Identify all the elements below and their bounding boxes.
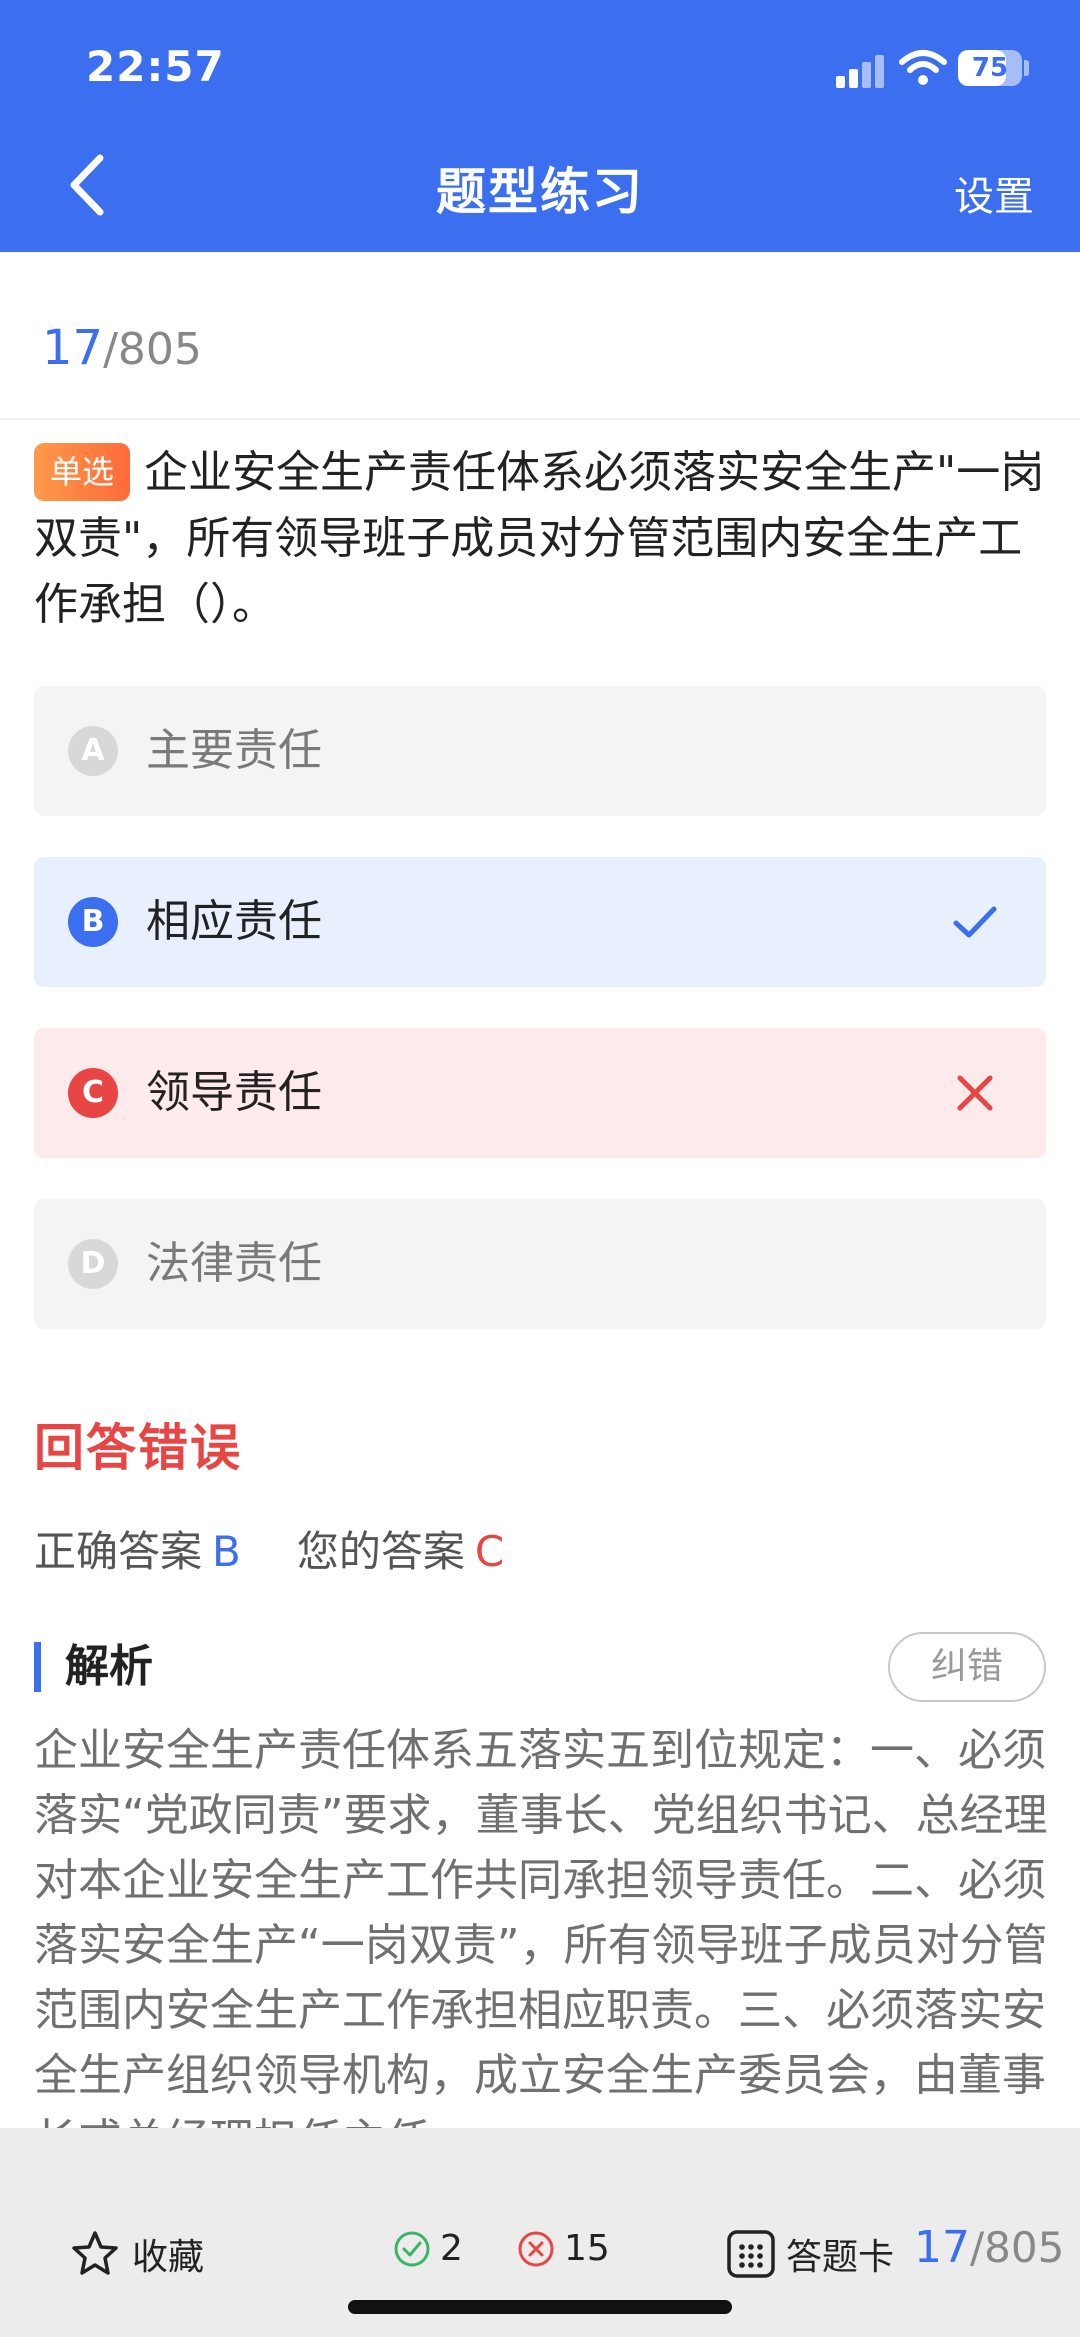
correct-answer-value: B — [212, 1527, 241, 1576]
close-icon — [957, 1075, 993, 1111]
question-type-badge: 单选 — [34, 443, 131, 501]
settings-button[interactable]: 设置 — [954, 164, 1034, 222]
favorite-button[interactable]: 收藏 — [70, 2228, 204, 2280]
battery-icon: 75 — [958, 50, 1022, 86]
divider — [0, 418, 1080, 420]
option-text: 领导责任 — [146, 1067, 322, 1118]
question-progress: 17/805 — [42, 320, 202, 376]
wrong-count: 15 — [516, 2228, 610, 2269]
wifi-icon — [899, 50, 947, 85]
bottom-progress: 17/805 — [914, 2222, 1064, 2273]
report-error-button[interactable]: 纠错 — [888, 1632, 1046, 1702]
favorite-label: 收藏 — [132, 2237, 205, 2278]
option-letter: D — [68, 1239, 118, 1289]
x-circle-icon — [518, 2231, 554, 2266]
header: 22:57 75 题型练习 设置 — [0, 0, 1080, 252]
option-b[interactable]: B 相应责任 — [34, 857, 1046, 987]
bottom-progress-current: 17 — [914, 2222, 970, 2273]
cellular-signal-icon — [836, 54, 886, 88]
correct-count-value: 2 — [440, 2228, 463, 2269]
your-answer-label: 您的答案 — [296, 1527, 465, 1576]
status-time: 22:57 — [86, 42, 225, 91]
bottom-progress-total: /805 — [970, 2223, 1065, 2272]
progress-current: 17 — [42, 320, 104, 376]
answer-summary: 正确答案 B 您的答案 C — [34, 1518, 504, 1579]
result-title: 回答错误 — [34, 1419, 242, 1477]
option-a[interactable]: A 主要责任 — [34, 686, 1046, 816]
option-letter: B — [68, 897, 118, 947]
star-icon — [72, 2231, 118, 2275]
grid-icon — [727, 2230, 775, 2278]
checkmark-icon — [953, 906, 997, 938]
option-c[interactable]: C 领导责任 — [34, 1028, 1046, 1158]
option-d[interactable]: D 法律责任 — [34, 1199, 1046, 1329]
option-letter: A — [68, 726, 118, 776]
battery-tip — [1024, 60, 1029, 76]
analysis-heading: 解析 — [34, 1642, 153, 1692]
answer-card-button[interactable]: 答题卡 — [726, 2228, 894, 2280]
page-title: 题型练习 — [436, 163, 644, 221]
correct-count: 2 — [392, 2228, 463, 2269]
wrong-count-value: 15 — [564, 2228, 610, 2269]
option-text: 主要责任 — [146, 725, 322, 776]
home-indicator[interactable] — [348, 2300, 732, 2314]
correct-answer-label: 正确答案 — [34, 1527, 203, 1576]
option-text: 法律责任 — [146, 1238, 322, 1289]
analysis-text: 企业安全生产责任体系五落实五到位规定：一、必须落实“党政同责”要求，董事长、党组… — [34, 1725, 1048, 2128]
question-text: 企业安全生产责任体系必须落实安全生产"一岗双责"，所有领导班子成员对分管范围内安… — [34, 447, 1045, 630]
option-text: 相应责任 — [146, 896, 322, 947]
check-circle-icon — [394, 2231, 430, 2266]
answer-card-label: 答题卡 — [786, 2237, 895, 2278]
question-text-block: 单选 企业安全生产责任体系必须落实安全生产"一岗双责"，所有领导班子成员对分管范围… — [34, 440, 1050, 638]
progress-total: /805 — [103, 324, 202, 375]
your-answer-value: C — [474, 1527, 505, 1576]
option-letter: C — [68, 1068, 118, 1118]
battery-level: 75 — [971, 53, 1009, 83]
